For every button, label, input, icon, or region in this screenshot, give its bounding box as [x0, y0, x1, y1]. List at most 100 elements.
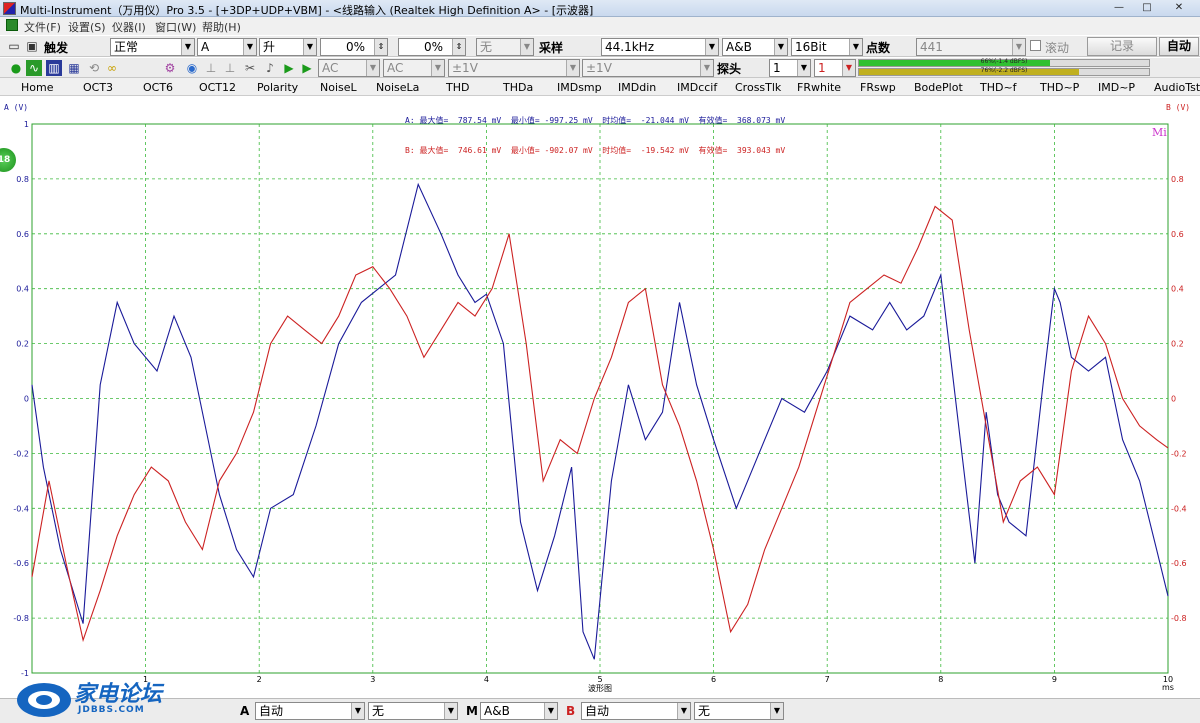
tab-oct3[interactable]: OCT3	[83, 81, 113, 94]
spectrum-icon[interactable]: ▥	[46, 60, 62, 76]
tab-frswp[interactable]: FRswp	[860, 81, 896, 94]
tab-crosstlk[interactable]: CrossTlk	[735, 81, 781, 94]
tab-audiotst[interactable]: AudioTst	[1154, 81, 1200, 94]
tab-thd-p[interactable]: THD~P	[1040, 81, 1079, 94]
trigger-level-field[interactable]: 0% ⇕	[320, 38, 388, 56]
filter-select[interactable]: 无 ▼	[476, 38, 534, 56]
x-axis-unit: ms	[1162, 683, 1174, 692]
scroll-checkbox[interactable]	[1030, 40, 1041, 51]
phase-icon[interactable]: ⟲	[86, 60, 102, 76]
watermark-logo-icon	[17, 683, 71, 717]
play-icon[interactable]: ▶	[281, 60, 297, 76]
probe-a-value: 1	[773, 61, 781, 75]
trigger-label: 触发	[44, 41, 69, 55]
x-axis-title: 波形图	[588, 683, 612, 693]
trigger-edge-select[interactable]: 升 ▼	[259, 38, 317, 56]
auto-button[interactable]: 自动	[1159, 37, 1199, 56]
y-tick-right-label: 0	[1171, 395, 1176, 404]
sample-rate-value: 44.1kHz	[605, 40, 654, 54]
tab-imdsmp[interactable]: IMDsmp	[557, 81, 602, 94]
mi-indicator[interactable]: Mi	[1152, 126, 1167, 139]
cursor-b-icon[interactable]: ⊥	[222, 60, 238, 76]
pretrigger-field[interactable]: 0% ⇕	[398, 38, 466, 56]
oscilloscope-chart[interactable]: A (V) B (V) 1 0.8 0.6 0.4 0.2 0 -0.2 -0.4 -0.6 -0.8…	[0, 96, 1200, 698]
channel-a-scale-value: 自动	[259, 704, 284, 718]
menu-file[interactable]: 文件(F)	[24, 19, 61, 35]
tab-polarity[interactable]: Polarity	[257, 81, 298, 94]
channel-a-offset-select[interactable]: 无 ▼	[368, 702, 458, 720]
points-value: 441	[920, 40, 943, 54]
tab-thd-f[interactable]: THD~f	[980, 81, 1017, 94]
menu-help[interactable]: 帮助(H)	[202, 19, 241, 35]
x-tick-label: 7	[825, 675, 830, 684]
watermark-text: 家电论坛	[74, 682, 163, 707]
y-axis-right-title: B (V)	[1166, 103, 1190, 112]
meter-icon[interactable]: ◉	[184, 60, 200, 76]
points-select[interactable]: 441 ▼	[916, 38, 1026, 56]
tab-thd[interactable]: THD	[446, 81, 469, 94]
function-tabs: Home OCT3 OCT6 OCT12 Polarity NoiseL NoiseLa TH…	[0, 79, 1200, 96]
menu-window[interactable]: 窗口(W)	[155, 19, 196, 35]
sample-label: 采样	[539, 41, 564, 55]
lissajous-icon[interactable]: ∞	[104, 60, 120, 76]
chevron-down-icon: ▼	[243, 39, 256, 55]
tab-frwhite[interactable]: FRwhite	[797, 81, 841, 94]
tab-imd-p[interactable]: IMD~P	[1098, 81, 1135, 94]
maximize-button[interactable]: □	[1136, 1, 1158, 15]
minimize-button[interactable]: —	[1108, 1, 1130, 15]
y-tick-right-label: 0.8	[1171, 175, 1184, 184]
tab-noisela[interactable]: NoiseLa	[376, 81, 419, 94]
cursor-a-icon[interactable]: ⊥	[203, 60, 219, 76]
y-axis-left-title: A (V)	[4, 103, 28, 112]
oscilloscope-icon[interactable]: ∿	[26, 60, 42, 76]
channel-a-scale-select[interactable]: 自动 ▼	[255, 702, 365, 720]
close-button[interactable]: ✕	[1168, 1, 1190, 15]
coupling-a-value: AC	[322, 61, 339, 75]
speaker-icon[interactable]: ♪	[262, 60, 278, 76]
sample-rate-select[interactable]: 44.1kHz ▼	[601, 38, 719, 56]
chevron-down-icon: ▼	[797, 60, 810, 76]
chevron-down-icon: ▼	[431, 60, 444, 76]
tab-imddin[interactable]: IMDdin	[618, 81, 656, 94]
tab-bodeplot[interactable]: BodePlot	[914, 81, 963, 94]
probe-b-select[interactable]: 1 ▼	[814, 59, 856, 77]
spectrogram-icon[interactable]: ▦	[66, 60, 82, 76]
channel-b-scale-select[interactable]: 自动 ▼	[581, 702, 691, 720]
channel-b-label: B	[566, 704, 576, 718]
tab-noisel[interactable]: NoiseL	[320, 81, 357, 94]
channel-select[interactable]: A&B ▼	[722, 38, 788, 56]
tab-oct12[interactable]: OCT12	[199, 81, 236, 94]
coupling-b-select[interactable]: AC ▼	[383, 59, 445, 77]
range-b-select[interactable]: ±1V ▼	[582, 59, 714, 77]
window-title: Multi-Instrument（万用仪）Pro 3.5 - [+3DP+UDP…	[20, 4, 594, 17]
channel-b-offset-select[interactable]: 无 ▼	[694, 702, 784, 720]
trigger-mode-select[interactable]: 正常 ▼	[110, 38, 195, 56]
chevron-down-icon: ▼	[842, 60, 855, 76]
probe-a-select[interactable]: 1 ▼	[769, 59, 811, 77]
save-icon[interactable]: ▣	[24, 38, 40, 54]
open-folder-icon[interactable]: ▭	[6, 38, 22, 54]
range-a-select[interactable]: ±1V ▼	[448, 59, 580, 77]
run-indicator-icon[interactable]: ●	[8, 60, 24, 76]
settings-icon[interactable]: ⚙	[162, 60, 178, 76]
math-select[interactable]: A&B ▼	[480, 702, 558, 720]
level-meter-a-text: 66%(-1.4 dBFS)	[980, 58, 1028, 65]
tab-home[interactable]: Home	[21, 81, 53, 94]
menu-instrument[interactable]: 仪器(I)	[112, 19, 146, 35]
channel-b-scale-value: 自动	[585, 704, 610, 718]
tab-thda[interactable]: THDa	[503, 81, 533, 94]
chevron-down-icon: ▼	[351, 703, 364, 719]
spinner-icon[interactable]: ⇕	[374, 39, 387, 55]
tab-imdccif[interactable]: IMDccif	[677, 81, 717, 94]
bit-depth-select[interactable]: 16Bit ▼	[791, 38, 863, 56]
site-watermark: 家电论坛 JDBBS.COM	[14, 676, 184, 721]
tools-icon[interactable]: ✂	[242, 60, 258, 76]
spinner-icon[interactable]: ⇕	[452, 39, 465, 55]
coupling-a-select[interactable]: AC ▼	[318, 59, 380, 77]
play-loop-icon[interactable]: ▶	[299, 60, 315, 76]
record-button[interactable]: 记录	[1087, 37, 1157, 56]
tab-oct6[interactable]: OCT6	[143, 81, 173, 94]
trigger-source-select[interactable]: A ▼	[197, 38, 257, 56]
y-tick-right-label: -0.2	[1171, 449, 1187, 458]
menu-settings[interactable]: 设置(S)	[68, 19, 106, 35]
